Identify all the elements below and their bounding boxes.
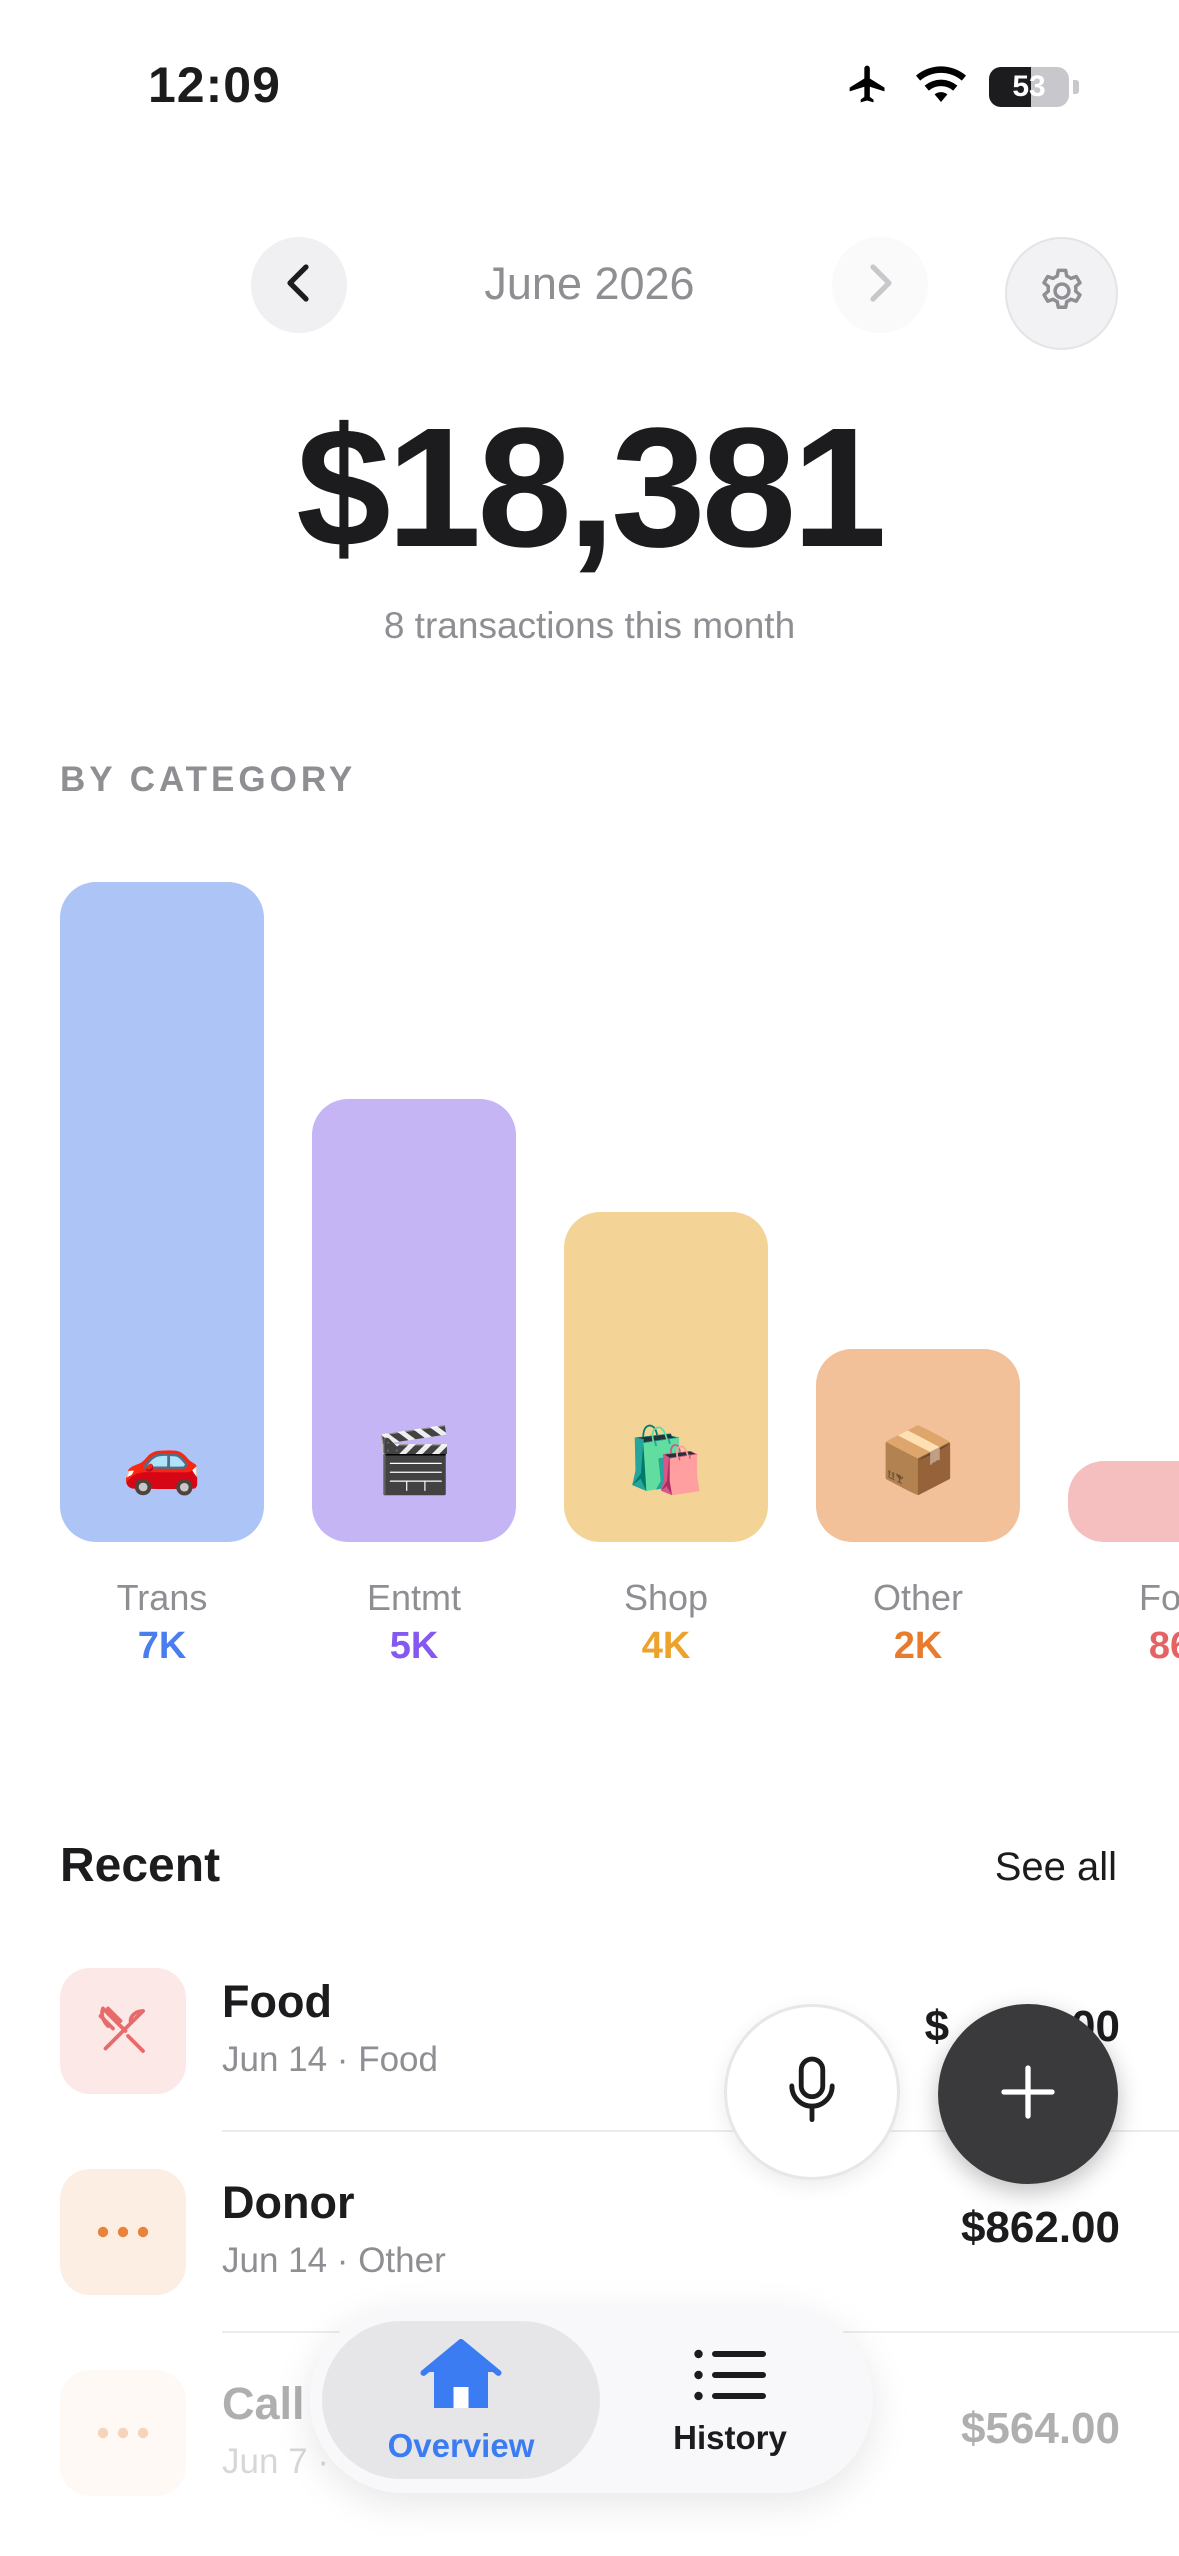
transaction-amount: $862.00: [960, 2203, 1120, 2252]
category-name: Foo: [1138, 1577, 1179, 1618]
chevron-right-icon: [865, 263, 895, 308]
category-bar-entmt[interactable]: 🎬: [312, 1099, 516, 1542]
transaction-title: Food: [222, 1976, 332, 2027]
category-emoji-icon: 🎬: [374, 1424, 454, 1496]
tab-overview-label: Overview: [387, 2426, 535, 2464]
category-bar-shop[interactable]: 🛍️: [564, 1212, 768, 1542]
wifi-icon: [915, 64, 967, 109]
category-bar-other[interactable]: 📦: [816, 1349, 1020, 1542]
house-icon: [419, 2336, 503, 2419]
transaction-subtitle: Jun 14 · Other: [222, 2241, 446, 2280]
category-value: 5K: [389, 1625, 439, 1667]
category-value: 7K: [137, 1625, 187, 1667]
battery-tip: [1073, 79, 1079, 94]
more-dots-icon: [60, 2169, 186, 2295]
airplane-icon: [843, 62, 893, 111]
transaction-title: Call: [222, 2378, 305, 2429]
microphone-icon: [784, 2055, 840, 2130]
status-icons: 53: [843, 62, 1079, 111]
category-bar-chart[interactable]: 🚗 Trans 7K 🎬 Entmt 5K 🛍️ Shop 4K 📦 Other 2K Foo 86: [0, 860, 1179, 1680]
recent-title: Recent: [60, 1839, 221, 1892]
month-label: June 2026: [484, 258, 695, 309]
more-dots-icon: [60, 2370, 186, 2496]
battery-level: 53: [1012, 69, 1046, 103]
transaction-subtitle: Jun 14 · Food: [222, 2040, 438, 2079]
gear-icon: [1036, 265, 1088, 322]
tab-bar: Overview History: [310, 2307, 873, 2493]
transaction-amount-start: $: [924, 2002, 950, 2051]
transaction-title: Donor: [222, 2177, 355, 2228]
transaction-amount: $564.00: [960, 2404, 1120, 2453]
category-value: 4K: [641, 1625, 691, 1667]
category-name: Entmt: [366, 1577, 462, 1618]
category-value: 86: [1148, 1625, 1179, 1667]
plus-icon: [996, 2060, 1060, 2129]
fork-knife-icon: [60, 1968, 186, 2094]
category-value: 2K: [893, 1625, 943, 1667]
category-section-label: BY CATEGORY: [60, 760, 357, 799]
tab-history[interactable]: History: [610, 2321, 850, 2479]
category-emoji-icon: 📦: [878, 1424, 958, 1496]
settings-button[interactable]: [1005, 237, 1118, 350]
category-emoji-icon: 🚗: [122, 1424, 202, 1496]
add-transaction-button[interactable]: [938, 2004, 1118, 2184]
monthly-total: $18,381: [296, 393, 887, 583]
tab-overview[interactable]: Overview: [322, 2321, 600, 2479]
list-icon: [691, 2344, 769, 2411]
category-name: Trans: [116, 1577, 208, 1618]
tab-history-label: History: [673, 2418, 787, 2456]
transactions-count: 8 transactions this month: [383, 605, 796, 646]
category-name: Other: [872, 1577, 964, 1618]
see-all-link[interactable]: See all: [995, 1845, 1117, 1890]
status-time: 12:09: [148, 57, 281, 113]
transaction-row[interactable]: Donor Jun 14 · Other $862.00: [60, 2169, 1120, 2295]
category-bar-foo[interactable]: [1068, 1461, 1179, 1542]
category-bar-trans[interactable]: 🚗: [60, 882, 264, 1542]
voice-input-button[interactable]: [724, 2004, 900, 2180]
next-month-button[interactable]: [832, 237, 928, 333]
battery-indicator: 53: [989, 66, 1069, 107]
category-name: Shop: [623, 1577, 709, 1618]
category-emoji-icon: 🛍️: [626, 1424, 706, 1496]
